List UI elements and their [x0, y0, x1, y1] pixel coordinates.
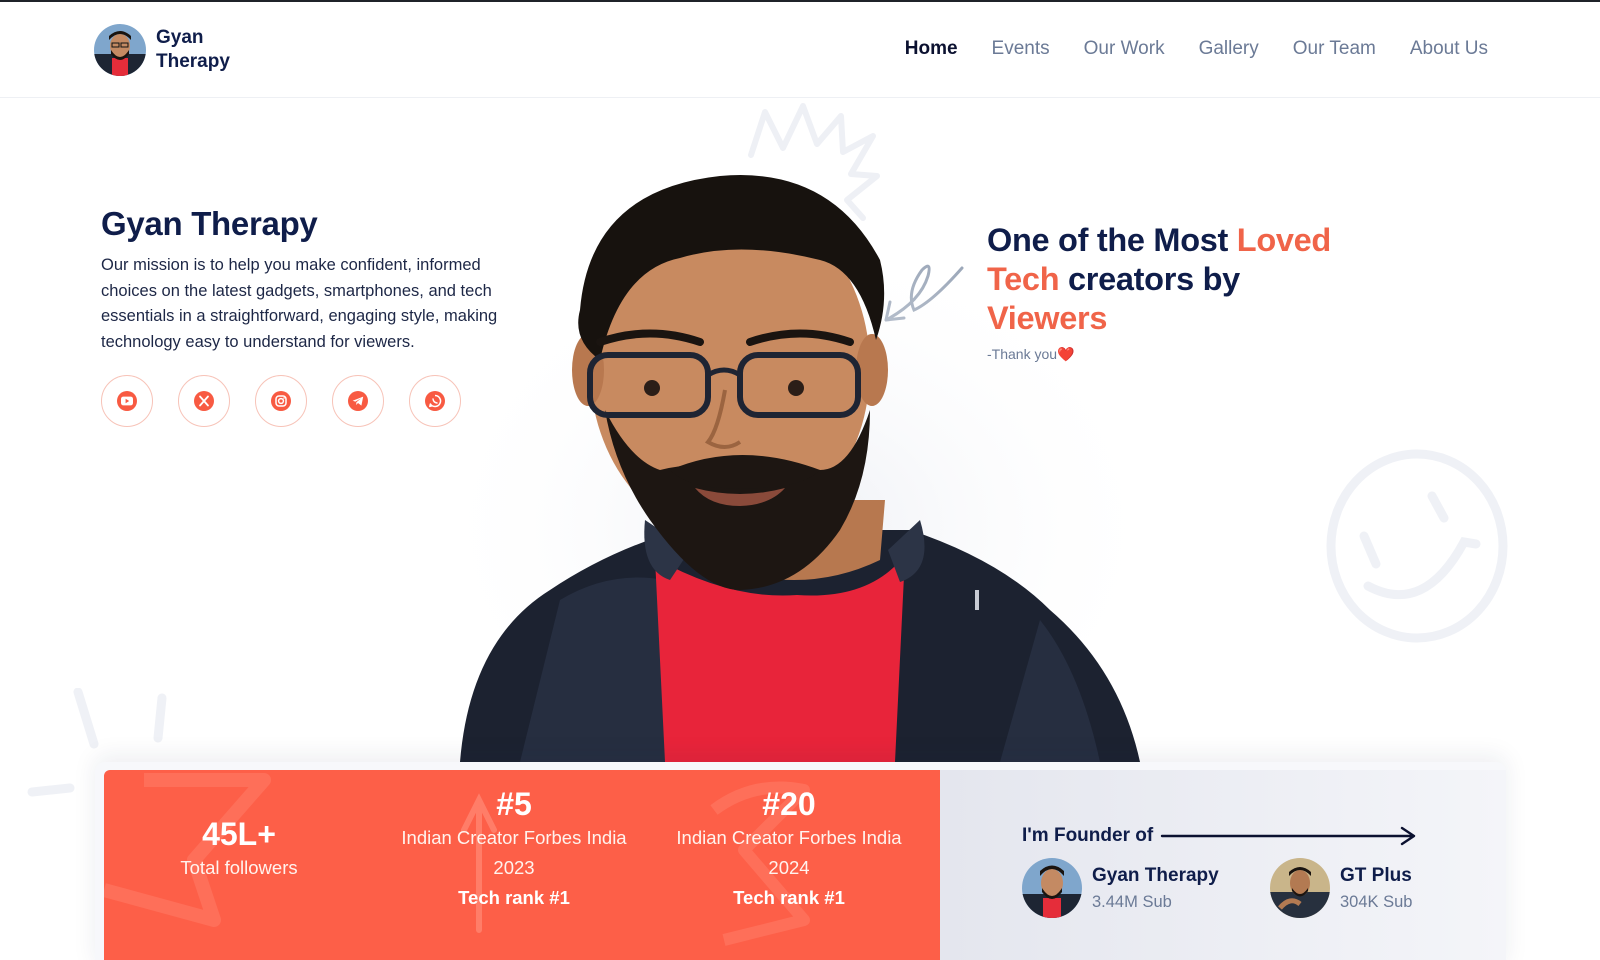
x-icon: [194, 391, 214, 411]
quote-signature: -Thank you❤️: [987, 346, 1075, 362]
channel-name: GT Plus: [1340, 864, 1412, 886]
nav-home[interactable]: Home: [905, 38, 958, 60]
stats-highlight-panel: 45L+ Total followers #5 Indian Creator F…: [104, 770, 940, 960]
channel-gt-plus[interactable]: GT Plus 304K Sub: [1270, 858, 1412, 918]
channel-gyan-therapy[interactable]: Gyan Therapy 3.44M Sub: [1022, 858, 1219, 918]
nav-our-work[interactable]: Our Work: [1084, 38, 1165, 60]
stat-rank-2024-line1: Indian Creator Forbes India: [676, 827, 902, 848]
stat-rank-2023-line2: 2023: [493, 857, 535, 878]
stat-rank-2023-value: #5: [496, 786, 532, 822]
channel-subs: 304K Sub: [1340, 892, 1413, 911]
stat-followers: 45L+ Total followers: [144, 816, 334, 883]
channel-avatar: [1022, 858, 1082, 918]
brand-logo[interactable]: Gyan Therapy: [94, 24, 236, 76]
youtube-icon: [117, 391, 137, 411]
smiley-doodle: [1326, 449, 1508, 643]
x-link[interactable]: [178, 375, 230, 427]
founder-label: I'm Founder of: [1022, 825, 1154, 846]
nav-our-team[interactable]: Our Team: [1293, 38, 1376, 60]
stat-rank-2024: #20 Indian Creator Forbes India 2024 Tec…: [664, 786, 914, 913]
stat-followers-label: Total followers: [180, 857, 298, 878]
channel-avatar: [1270, 858, 1330, 918]
quote-title: One of the Most Loved Tech creators by V…: [987, 222, 1332, 336]
instagram-link[interactable]: [255, 375, 307, 427]
nav-events[interactable]: Events: [992, 38, 1050, 60]
quote-highlight-viewers: Viewers: [987, 300, 1108, 336]
nav-about-us[interactable]: About Us: [1410, 38, 1488, 60]
channel-subs: 3.44M Sub: [1092, 892, 1172, 911]
stat-rank-2024-line3: Tech rank #1: [733, 887, 845, 908]
quote-highlight-tech: Tech: [987, 261, 1060, 297]
quote-highlight-loved: Loved: [1236, 222, 1332, 258]
youtube-link[interactable]: [101, 375, 153, 427]
site-header: Gyan Therapy Home Events Our Work Galler…: [0, 2, 1600, 98]
stat-followers-value: 45L+: [202, 816, 276, 852]
arrow-right-icon: [1160, 826, 1416, 846]
stat-rank-2024-value: #20: [762, 786, 816, 822]
stat-rank-2023-line3: Tech rank #1: [458, 887, 570, 908]
stat-rank-2023: #5 Indian Creator Forbes India 2023 Tech…: [389, 786, 639, 913]
stat-rank-2023-line1: Indian Creator Forbes India: [401, 827, 627, 848]
quote-block: One of the Most Loved Tech creators by V…: [987, 221, 1367, 363]
instagram-icon: [271, 391, 291, 411]
channel-name: Gyan Therapy: [1092, 864, 1219, 886]
founder-panel: I'm Founder of Gyan Therapy 3.44M Sub GT…: [940, 770, 1506, 960]
brand-avatar: [94, 24, 146, 76]
stat-rank-2024-line2: 2024: [768, 857, 810, 878]
brand-name: Gyan Therapy: [156, 27, 230, 72]
main-nav: Home Events Our Work Gallery Our Team Ab…: [905, 38, 1488, 60]
telegram-link[interactable]: [332, 375, 384, 427]
telegram-icon: [348, 391, 368, 411]
nav-gallery[interactable]: Gallery: [1199, 38, 1259, 60]
